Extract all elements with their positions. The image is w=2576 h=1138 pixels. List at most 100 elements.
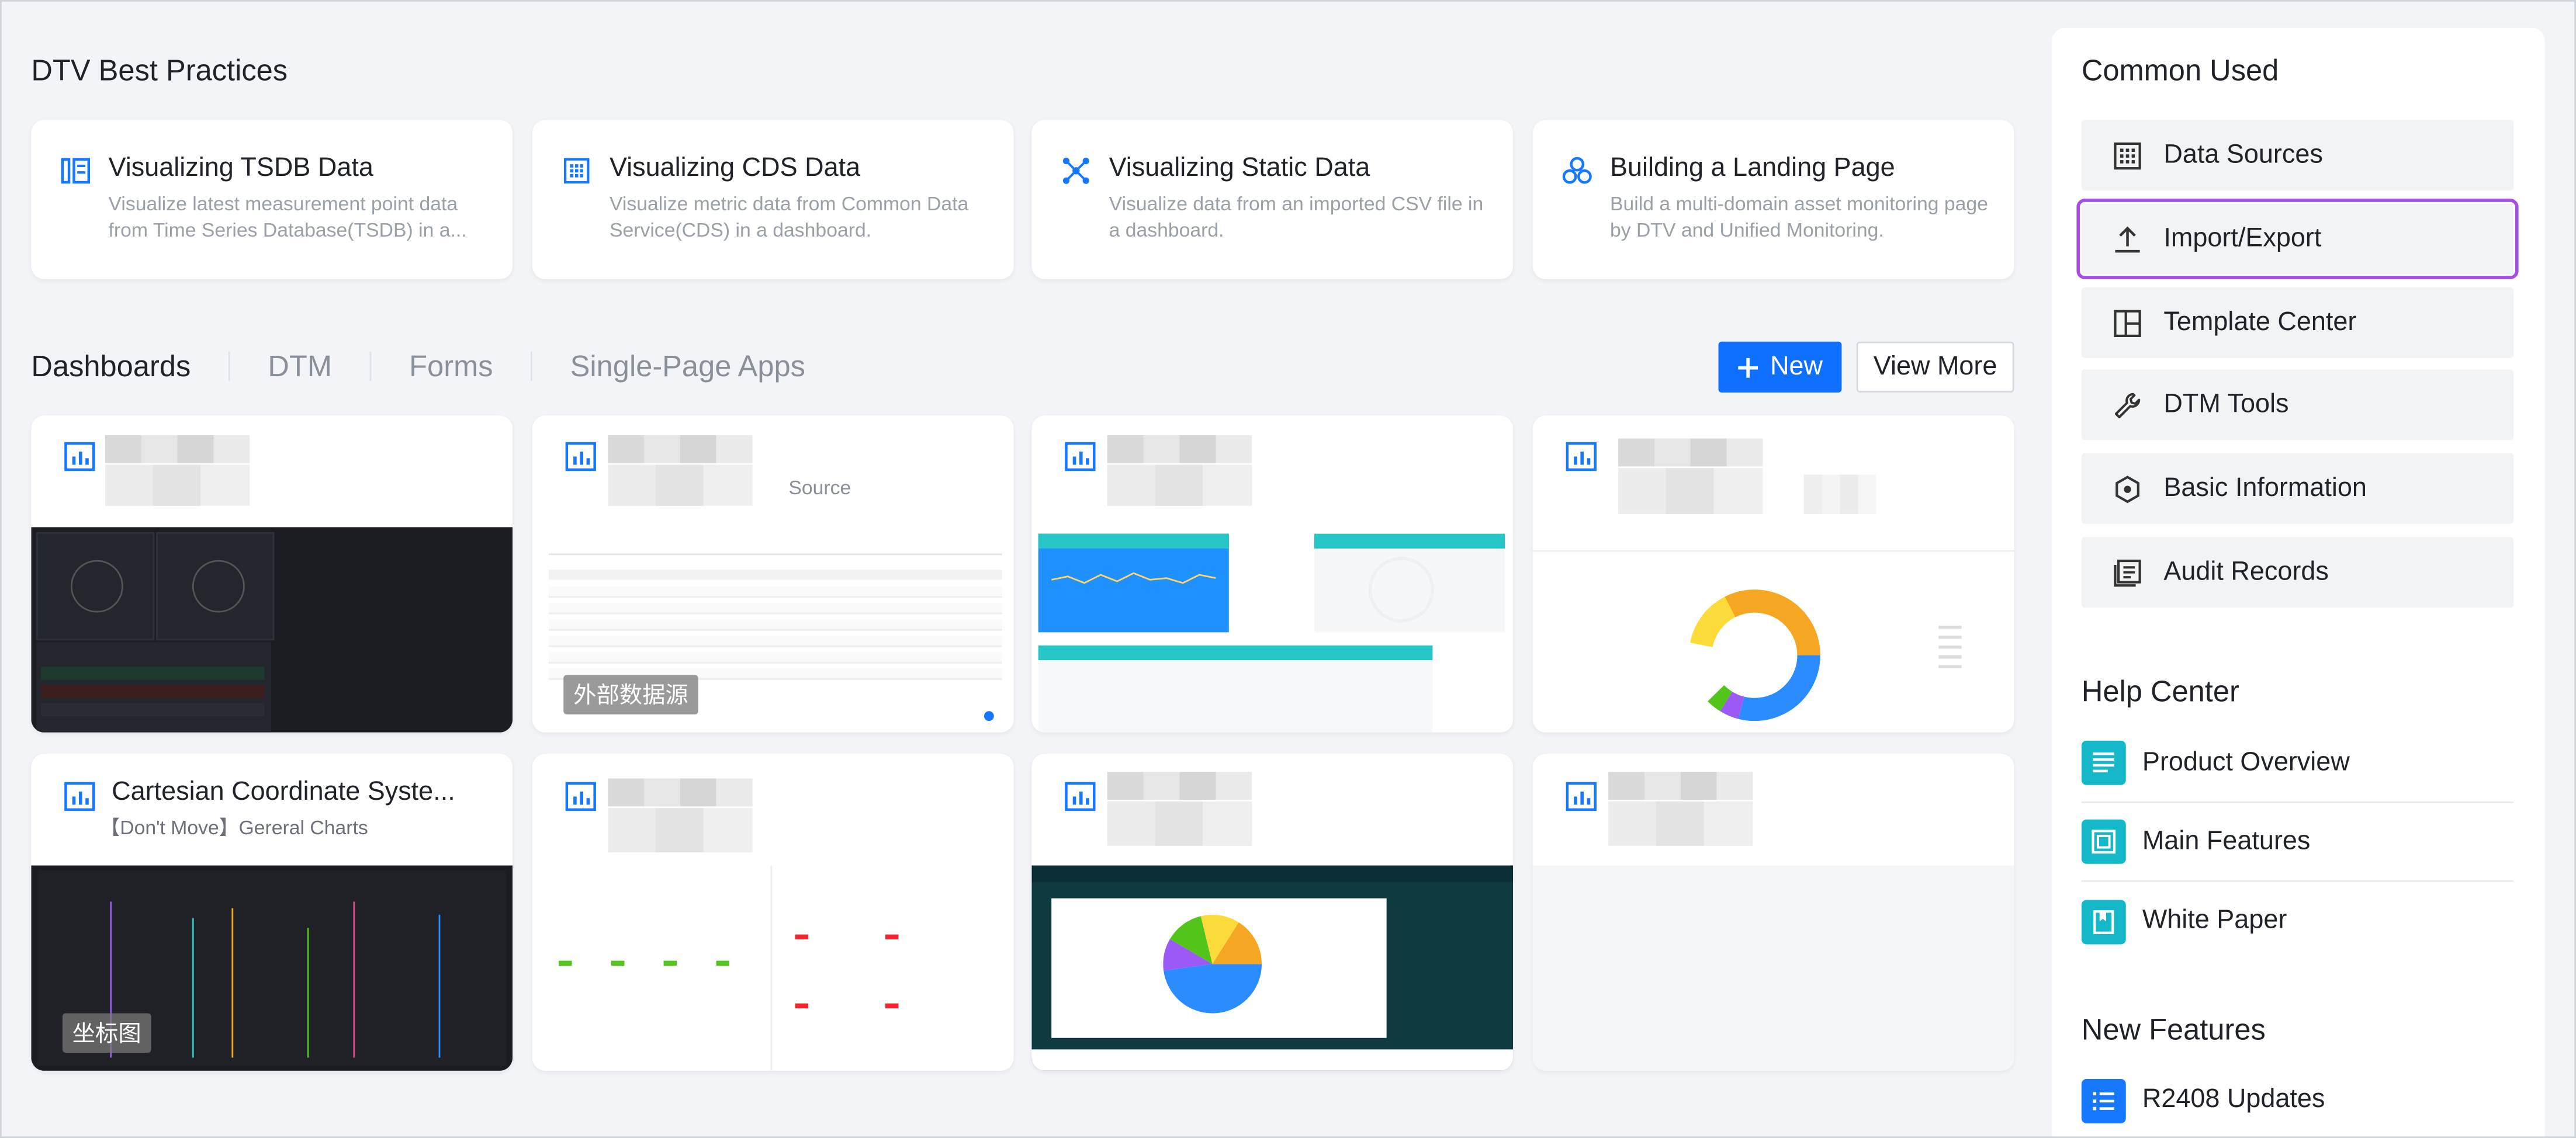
content-tabs: Dashboards DTM Forms Single-Page Apps [31,344,805,390]
dashboard-chart-icon [565,782,596,811]
static-data-icon [1062,157,1089,184]
redacted-title [105,435,250,463]
item-label: Product Overview [2142,748,2350,776]
tab-dtm[interactable]: DTM [268,349,332,383]
dashboard-card[interactable] [1532,754,2014,1071]
redacted-subtitle [1107,464,1252,506]
card-description: Visualize data from an imported CSV file… [1109,192,1484,242]
item-label: Import/Export [2163,224,2322,252]
redacted-title [1608,772,1753,800]
dashboard-title: Cartesian Coordinate Syste... [112,778,455,807]
redacted-title [1107,435,1252,463]
best-practice-card-static[interactable]: Visualizing Static Data Visualize data f… [1031,120,1514,279]
item-label: DTM Tools [2163,390,2289,418]
redacted-title [1107,772,1252,800]
updates-list-icon [2081,1078,2126,1123]
help-product-overview[interactable]: Product Overview [2081,724,2514,803]
product-overview-icon [2081,740,2126,785]
item-label: Data Sources [2163,140,2323,169]
best-practice-card-tsdb[interactable]: Visualizing TSDB Data Visualize latest m… [31,120,513,279]
tab-divider [369,351,372,381]
redacted-title [608,778,753,807]
best-practices-title: DTV Best Practices [31,54,288,87]
dashboard-card[interactable] [1031,415,1514,733]
redacted-subtitle [608,808,753,853]
dashboard-card[interactable] [532,754,1014,1071]
dashboard-subtitle: 【Don't Move】Gereral Charts [100,816,368,839]
template-icon [2111,306,2144,339]
best-practice-card-landing[interactable]: Building a Landing Page Build a multi-do… [1532,120,2014,279]
redacted-subtitle [1803,474,1876,514]
hexagon-info-icon [2111,472,2144,505]
redacted-subtitle [1618,468,1763,514]
card-title: Visualizing Static Data [1109,154,1370,183]
wrench-icon [2111,388,2144,421]
card-description: Visualize latest measurement point data … [108,192,467,242]
redacted-subtitle [105,464,250,506]
common-used-import-export[interactable]: Import/Export [2076,199,2519,279]
tab-forms[interactable]: Forms [409,349,493,383]
dashboard-card-cartesian[interactable]: Cartesian Coordinate Syste... 【Don't Mov… [31,754,513,1071]
common-used-audit-records[interactable]: Audit Records [2081,537,2514,608]
tab-dashboards[interactable]: Dashboards [31,349,191,383]
dashboard-card[interactable] [1031,754,1514,1071]
common-used-template-center[interactable]: Template Center [2081,287,2514,358]
cds-grid-icon [563,158,590,184]
card-description: Build a multi-domain asset monitoring pa… [1609,192,1988,242]
main-features-icon [2081,819,2126,864]
redacted-subtitle [1608,801,1753,846]
plus-icon [1739,357,1759,377]
dashboard-card[interactable] [31,415,513,733]
help-main-features[interactable]: Main Features [2081,803,2514,882]
new-features-r2408-updates[interactable]: R2408 Updates [2081,1061,2513,1136]
item-label: Audit Records [2163,557,2329,586]
redacted-subtitle [608,464,753,506]
tsdb-icon [61,158,91,184]
dashboard-thumbnail [31,527,513,733]
dashboard-thumbnail [1532,865,2014,1071]
item-label: Template Center [2163,308,2357,336]
new-button-label: New [1770,352,1823,380]
new-button[interactable]: New [1718,341,1842,393]
redacted-title [1618,438,1763,467]
dashboard-subtitle: Source [788,476,851,499]
item-label: Basic Information [2163,474,2367,502]
donut-chart [1688,589,1820,721]
dashboard-thumbnail [1031,527,1514,733]
common-used-data-sources[interactable]: Data Sources [2081,120,2514,191]
right-panel: Common Used Data Sources Import/Export T… [2052,27,2545,1137]
common-used-basic-information[interactable]: Basic Information [2081,453,2514,524]
help-white-paper[interactable]: White Paper [2081,882,2513,961]
tab-single-page-apps[interactable]: Single-Page Apps [570,349,805,383]
tab-divider [531,351,533,381]
item-label: White Paper [2142,906,2287,935]
dashboard-chart-icon [1566,442,1597,471]
upload-icon [2111,223,2144,255]
best-practice-card-cds[interactable]: Visualizing CDS Data Visualize metric da… [532,120,1014,279]
dashboard-thumbnail [532,865,1014,1071]
card-title: Visualizing TSDB Data [108,154,373,183]
pie-chart [1163,914,1262,1014]
help-center-title: Help Center [2081,675,2239,708]
dashboard-chart-icon [565,442,596,471]
new-features-title: New Features [2081,1013,2266,1046]
landing-page-icon [1562,157,1592,184]
common-used-dtm-tools[interactable]: DTM Tools [2081,369,2514,440]
tab-divider [228,351,230,381]
dashboard-card[interactable]: Source 外部数据源 [532,415,1014,733]
redacted-subtitle [1107,801,1252,846]
dashboard-chart-icon [1566,782,1597,811]
dashboard-thumbnail [1031,865,1514,1071]
dashboard-chart-icon [1065,782,1096,811]
view-more-button[interactable]: View More [1856,341,2014,393]
card-description: Visualize metric data from Common Data S… [609,192,969,242]
dashboard-tag: 外部数据源 [563,675,698,714]
dashboard-chart-icon [1065,442,1096,471]
item-label: Main Features [2142,827,2311,855]
item-label: R2408 Updates [2142,1085,2325,1114]
dashboard-card[interactable] [1532,415,2014,733]
redacted-title [608,435,753,463]
data-sources-icon [2111,139,2144,172]
card-title: Visualizing CDS Data [609,154,861,183]
dashboard-chart-icon [64,782,95,811]
